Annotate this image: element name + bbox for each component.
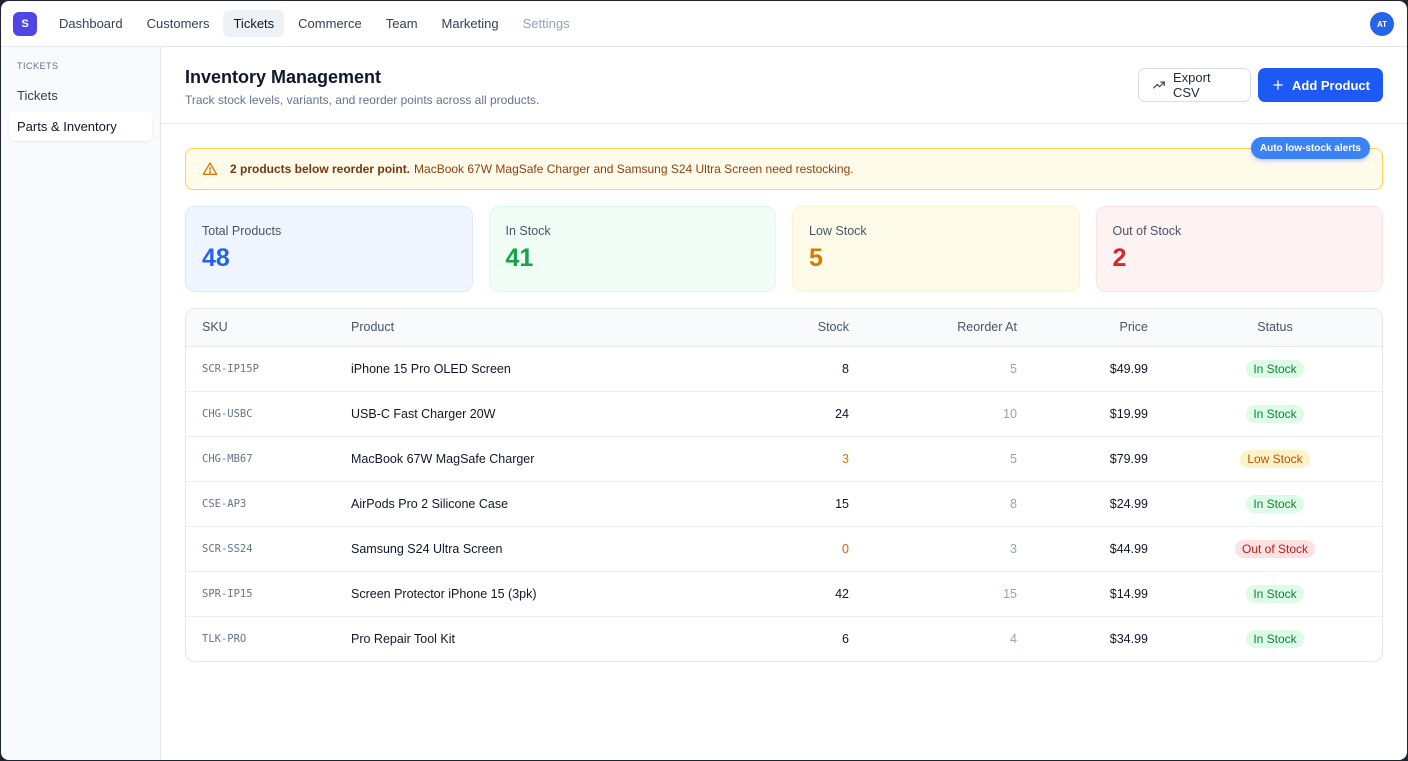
avatar[interactable]: AT — [1370, 12, 1394, 36]
cell-stock: 8 — [842, 361, 849, 376]
cell-price: $49.99 — [1109, 361, 1148, 376]
alert-title: 2 products below reorder point. — [230, 162, 411, 176]
export-csv-label: Export CSV — [1173, 70, 1211, 100]
cell-product: Samsung S24 Ultra Screen — [351, 541, 503, 556]
cell-sku: SPR-IP15 — [202, 587, 253, 600]
cell-reorder: 3 — [1010, 541, 1017, 556]
cell-sku: CHG-USBC — [202, 407, 253, 420]
stat-label: In Stock — [505, 224, 551, 238]
nav-dashboard[interactable]: Dashboard — [49, 10, 133, 37]
table-row[interactable]: CSE-AP3 AirPods Pro 2 Silicone Case 15 8… — [186, 481, 1382, 526]
cell-sku: CHG-MB67 — [202, 452, 253, 465]
table-row[interactable]: CHG-MB67 MacBook 67W MagSafe Charger 3 5… — [186, 436, 1382, 481]
status-badge: In Stock — [1246, 359, 1304, 378]
nav-commerce[interactable]: Commerce — [288, 10, 372, 37]
table-row[interactable]: SCR-IP15P iPhone 15 Pro OLED Screen 8 5 … — [186, 346, 1382, 391]
stat-label: Out of Stock — [1112, 224, 1182, 238]
cell-reorder: 5 — [1010, 361, 1017, 376]
alert-text: MacBook 67W MagSafe Charger and Samsung … — [414, 162, 854, 176]
nav-marketing[interactable]: Marketing — [432, 10, 509, 37]
col-product[interactable]: Product — [351, 309, 706, 347]
table-row[interactable]: SCR-SS24 Samsung S24 Ultra Screen 0 3 $4… — [186, 526, 1382, 571]
stat-card-total: Total Products 48 — [185, 206, 473, 292]
inventory-table: SKU Product Stock Reorder At Price Statu… — [185, 308, 1383, 662]
cell-stock: 24 — [835, 406, 849, 421]
status-badge: In Stock — [1246, 404, 1304, 423]
nav-team[interactable]: Team — [376, 10, 428, 37]
nav-tickets[interactable]: Tickets — [223, 10, 285, 37]
cell-sku: SCR-IP15P — [202, 362, 259, 375]
status-badge: Low Stock — [1240, 449, 1310, 468]
stats-row: Total Products 48 In Stock 41 Low Stock … — [185, 206, 1383, 292]
status-badge: In Stock — [1246, 494, 1304, 513]
cell-price: $24.99 — [1109, 496, 1148, 511]
cell-reorder: 5 — [1010, 451, 1017, 466]
cell-sku: CSE-AP3 — [202, 497, 247, 510]
cell-stock: 15 — [835, 496, 849, 511]
table-row[interactable]: SPR-IP15 Screen Protector iPhone 15 (3pk… — [186, 571, 1382, 616]
cell-reorder: 15 — [1003, 586, 1017, 601]
cell-stock: 3 — [842, 451, 849, 466]
stat-card-low-stock: Low Stock 5 — [792, 206, 1080, 292]
table-header-row: SKU Product Stock Reorder At Price Statu… — [186, 309, 1382, 347]
cell-price: $34.99 — [1109, 631, 1148, 646]
cell-product: USB-C Fast Charger 20W — [351, 406, 496, 421]
stat-value: 5 — [809, 244, 823, 272]
cell-sku: TLK-PRO — [202, 632, 247, 645]
cell-price: $14.99 — [1109, 586, 1148, 601]
cell-price: $79.99 — [1109, 451, 1148, 466]
stat-card-out-of-stock: Out of Stock 2 — [1095, 206, 1383, 292]
nav-settings[interactable]: Settings — [513, 10, 580, 37]
cell-stock: 6 — [842, 631, 849, 646]
sidebar-item-tickets[interactable]: Tickets — [9, 81, 152, 110]
top-nav: S Dashboard Customers Tickets Commerce T… — [1, 1, 1407, 47]
cell-stock: 42 — [835, 586, 849, 601]
cell-reorder: 10 — [1003, 406, 1017, 421]
export-csv-button[interactable]: Export CSV — [1138, 68, 1251, 102]
sidebar: TICKETS Tickets Parts & Inventory — [1, 47, 161, 760]
stat-value: 41 — [505, 244, 534, 272]
status-badge: Out of Stock — [1234, 539, 1316, 558]
cell-reorder: 4 — [1010, 631, 1017, 646]
cell-sku: SCR-SS24 — [202, 542, 253, 555]
stat-label: Total Products — [202, 224, 282, 238]
stat-card-in-stock: In Stock 41 — [488, 206, 776, 292]
col-price[interactable]: Price — [1017, 309, 1148, 347]
warning-triangle-icon — [202, 162, 218, 175]
app-logo[interactable]: S — [13, 11, 37, 36]
page-header: Inventory Management Track stock levels,… — [161, 47, 1407, 124]
cell-product: iPhone 15 Pro OLED Screen — [351, 361, 511, 376]
cell-price: $44.99 — [1109, 541, 1148, 556]
stat-value: 2 — [1112, 244, 1127, 272]
stat-value: 48 — [202, 244, 230, 272]
add-product-button[interactable]: Add Product — [1258, 68, 1383, 102]
low-stock-alert: 2 products below reorder point. MacBook … — [185, 137, 1383, 190]
cell-product: MacBook 67W MagSafe Charger — [351, 451, 535, 466]
cell-product: Screen Protector iPhone 15 (3pk) — [351, 586, 537, 601]
stat-label: Low Stock — [809, 224, 867, 238]
table-row[interactable]: TLK-PRO Pro Repair Tool Kit 6 4 $34.99 I… — [186, 616, 1382, 661]
col-status[interactable]: Status — [1148, 309, 1382, 347]
status-badge: In Stock — [1246, 584, 1304, 603]
col-stock[interactable]: Stock — [706, 309, 849, 347]
nav-customers[interactable]: Customers — [137, 10, 220, 37]
cell-product: Pro Repair Tool Kit — [351, 631, 455, 646]
main-content: Inventory Management Track stock levels,… — [161, 47, 1407, 760]
add-product-label: Add Product — [1292, 77, 1370, 93]
trend-up-icon — [1153, 81, 1165, 89]
plus-icon — [1273, 80, 1283, 90]
app-window: S Dashboard Customers Tickets Commerce T… — [1, 1, 1407, 760]
sidebar-section-title: TICKETS — [17, 61, 59, 71]
cell-product: AirPods Pro 2 Silicone Case — [351, 496, 509, 511]
sidebar-item-parts-inventory[interactable]: Parts & Inventory — [9, 112, 152, 141]
col-reorder-at[interactable]: Reorder At — [849, 309, 1017, 347]
status-badge: In Stock — [1246, 629, 1304, 648]
cell-price: $19.99 — [1109, 406, 1148, 421]
auto-alerts-badge[interactable]: Auto low-stock alerts — [1250, 137, 1370, 159]
cell-stock: 0 — [842, 541, 849, 556]
table-row[interactable]: CHG-USBC USB-C Fast Charger 20W 24 10 $1… — [186, 391, 1382, 436]
col-sku[interactable]: SKU — [186, 309, 351, 347]
cell-reorder: 8 — [1010, 496, 1017, 511]
